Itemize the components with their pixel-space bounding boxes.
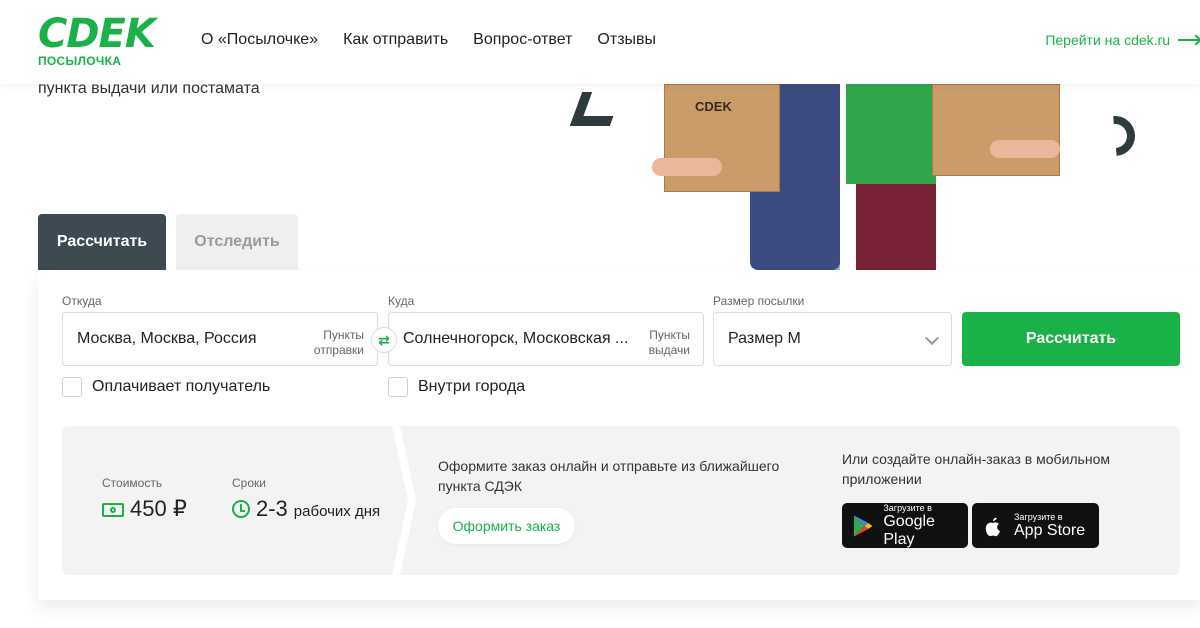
delivery-points-line2: выдачи [648,343,690,357]
to-field[interactable]: Солнечногорск, Московская ... Пункты выд… [388,312,704,366]
size-label: Размер посылки [713,294,805,308]
place-order-button[interactable]: Оформить заказ [438,508,575,544]
google-play-button[interactable]: Загрузите в Google Play [842,503,968,548]
logo-mark: CDEK [38,11,156,57]
swap-icon[interactable]: ⇄ [371,327,397,353]
term-label: Сроки [232,476,266,490]
logo[interactable]: CDEK ПОСЫЛОЧКА [38,11,156,68]
cost-label: Стоимость [102,476,163,490]
pickup-points-link[interactable]: Пункты отправки [314,328,364,358]
from-label: Откуда [62,294,102,308]
google-play-icon [853,514,873,537]
size-value: Размер М [728,330,801,347]
site-header: CDEK ПОСЫЛОЧКА О «Посылочке» Как отправи… [0,0,1200,84]
main-nav: О «Посылочке» Как отправить Вопрос-ответ… [201,30,681,50]
result-block: Стоимость 450 ₽ Сроки 2-3 рабочих дня Оф… [62,426,1180,575]
arrow-right-icon [1178,39,1200,41]
from-field[interactable]: Москва, Москва, Россия Пункты отправки [62,312,378,366]
app-store-big: App Store [1014,521,1086,539]
term-value: 2-3 [256,496,288,521]
app-store-small: Загрузите в [1014,511,1063,522]
clock-icon [232,500,250,518]
google-play-big: Google Play [883,512,935,548]
apple-icon [985,517,1000,536]
delivery-points-line1: Пункты [649,328,690,342]
arm-right [990,140,1060,158]
calculator-panel: Откуда Москва, Москва, Россия Пункты отп… [38,270,1200,600]
cost-value-row: 450 ₽ [102,496,187,522]
term-value-row: 2-3 рабочих дня [232,496,380,522]
person-right [846,84,936,184]
from-value: Москва, Москва, Россия [77,330,257,347]
tab-calculate[interactable]: Рассчитать [38,214,166,270]
google-play-text: Загрузите в Google Play [883,503,968,549]
online-order-text: Оформите заказ онлайн и отправьте из бли… [438,458,780,494]
nav-faq[interactable]: Вопрос-ответ [473,30,572,50]
nav-how-to-send[interactable]: Как отправить [343,30,448,50]
to-value: Солнечногорск, Московская ... [403,330,629,347]
result-divider [392,426,416,575]
arm-left [652,158,722,176]
within-city-option[interactable]: Внутри города [388,377,525,397]
to-label: Куда [388,294,415,308]
decorative-arc [1086,107,1144,165]
within-city-checkbox[interactable] [388,377,408,397]
app-store-text: Загрузите в App Store [1014,512,1085,540]
cdek-site-link[interactable]: Перейти на cdek.ru [1045,30,1200,50]
decorative-zigzag [569,92,623,126]
nav-reviews[interactable]: Отзывы [597,30,656,50]
nav-about[interactable]: О «Посылочке» [201,30,318,50]
recipient-pays-option[interactable]: Оплачивает получатель [62,377,270,397]
chevron-down-icon [924,330,940,346]
money-icon [102,503,124,517]
hero-illustration: CDEK [560,84,1160,270]
parcel-box-right [932,84,1060,176]
cost-value: 450 ₽ [130,496,187,521]
size-select[interactable]: Размер М [713,312,952,366]
person-right-pants [856,174,936,270]
pickup-points-line2: отправки [313,343,364,357]
tab-track[interactable]: Отследить [176,214,298,270]
app-order-text: Или создайте онлайн-заказ в мобильном пр… [842,451,1110,487]
within-city-label: Внутри города [418,378,526,395]
google-play-small: Загрузите в [883,502,932,513]
app-store-button[interactable]: Загрузите в App Store [972,503,1099,548]
term-unit: рабочих дня [293,503,381,520]
calculate-button[interactable]: Рассчитать [962,312,1180,366]
box-logo: CDEK [695,99,732,114]
recipient-pays-checkbox[interactable] [62,377,82,397]
delivery-points-link[interactable]: Пункты выдачи [649,328,690,358]
cdek-site-link-label: Перейти на cdek.ru [1045,32,1170,48]
pickup-points-line1: Пункты [323,328,364,342]
recipient-pays-label: Оплачивает получатель [92,378,271,395]
